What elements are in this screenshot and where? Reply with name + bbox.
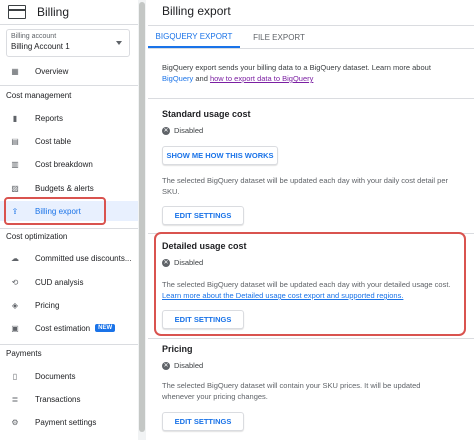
export-data-link[interactable]: how to export data to BigQuery (210, 74, 313, 83)
upload-icon: ⇪ (11, 206, 19, 216)
intro-text: BigQuery export sends your billing data … (162, 62, 462, 84)
scrollbar-thumb[interactable] (139, 2, 145, 432)
close-circle-icon: ✕ (162, 126, 170, 135)
detailed-usage-heading: Detailed usage cost (162, 241, 247, 251)
intro-body: BigQuery export sends your billing data … (162, 63, 431, 72)
document-icon: ▯ (12, 371, 18, 381)
sidebar-item-overview[interactable]: ▦ Overview (0, 61, 138, 81)
status-text: Disabled (174, 361, 204, 370)
sidebar-item-cud-analysis[interactable]: ⟲ CUD analysis (0, 272, 138, 292)
budget-icon: ▨ (11, 183, 19, 193)
standard-status: ✕ Disabled (162, 126, 203, 135)
chevron-down-icon (116, 41, 122, 45)
detailed-description: The selected BigQuery dataset will be up… (162, 279, 454, 301)
sidebar-item-billing-export[interactable]: ⇪ Billing export (0, 201, 138, 221)
sidebar-item-label: Transactions (35, 394, 81, 404)
sidebar-item-label: CUD analysis (35, 277, 84, 287)
calculator-icon: ▣ (11, 323, 19, 333)
sidebar: Billing Billing account Billing Account … (0, 0, 138, 440)
sidebar-item-label: Documents (35, 371, 76, 381)
divider (0, 344, 138, 345)
section-cost-management: Cost management (6, 91, 72, 100)
tag-icon: ◈ (11, 300, 19, 310)
standard-usage-heading: Standard usage cost (162, 109, 251, 119)
divider (0, 228, 138, 229)
main-content: Billing export BIGQUERY EXPORT FILE EXPO… (148, 0, 474, 440)
list-icon: ≣ (11, 394, 19, 404)
close-circle-icon: ✕ (162, 258, 170, 267)
pricing-heading: Pricing (162, 344, 193, 354)
sidebar-item-budgets[interactable]: ▨ Budgets & alerts (0, 178, 138, 198)
sidebar-item-label: Cost breakdown (35, 159, 93, 169)
pricing-status: ✕ Disabled (162, 361, 203, 370)
standard-description: The selected BigQuery dataset will be up… (162, 176, 448, 196)
sidebar-item-label: Budgets & alerts (35, 183, 94, 193)
detailed-edit-settings-button[interactable]: EDIT SETTINGS (162, 310, 244, 329)
table-icon: ▤ (11, 136, 19, 146)
sidebar-item-cost-breakdown[interactable]: ▥ Cost breakdown (0, 154, 138, 174)
status-text: Disabled (174, 258, 204, 267)
detailed-description-text: The selected BigQuery dataset will be up… (162, 280, 451, 289)
billing-card-icon[interactable] (8, 5, 26, 19)
divider (148, 338, 474, 339)
sidebar-item-label: Cost table (35, 136, 72, 146)
status-text: Disabled (174, 126, 204, 135)
close-circle-icon: ✕ (162, 361, 170, 370)
bar-chart-icon: ▮ (12, 113, 18, 123)
section-cost-optimization: Cost optimization (6, 232, 68, 241)
sidebar-item-label: Billing export (35, 206, 81, 216)
cloud-icon: ☁ (11, 253, 19, 263)
sidebar-item-reports[interactable]: ▮ Reports (0, 108, 138, 128)
sidebar-item-pricing[interactable]: ◈ Pricing (0, 295, 138, 315)
detailed-learn-more-link[interactable]: Learn more about the Detailed usage cost… (162, 291, 403, 300)
grid-icon: ▦ (11, 66, 19, 76)
sidebar-title: Billing (37, 5, 70, 19)
pricing-description: The selected BigQuery dataset will conta… (162, 381, 421, 401)
bigquery-link[interactable]: BigQuery (162, 74, 193, 83)
sidebar-header: Billing (0, 0, 138, 25)
detailed-status: ✕ Disabled (162, 258, 203, 267)
page-title: Billing export (162, 4, 231, 18)
sidebar-item-cost-table[interactable]: ▤ Cost table (0, 131, 138, 151)
divider (0, 85, 138, 86)
sidebar-item-label: Reports (35, 113, 64, 123)
billing-account-select[interactable]: Billing account Billing Account 1 (6, 29, 130, 57)
divider (148, 98, 474, 99)
new-badge: NEW (95, 324, 116, 332)
tab-file-export[interactable]: FILE EXPORT (244, 26, 314, 48)
divider (148, 48, 474, 49)
sidebar-item-documents[interactable]: ▯ Documents (0, 366, 138, 386)
breakdown-icon: ▥ (11, 159, 19, 169)
sidebar-item-label: Committed use discounts... (35, 253, 132, 263)
sidebar-item-label: Pricing (35, 300, 60, 310)
pricing-edit-settings-button[interactable]: EDIT SETTINGS (162, 412, 244, 431)
sidebar-item-label: Cost estimation (35, 323, 91, 333)
billing-account-label: Billing account (11, 33, 57, 40)
sidebar-item-committed-use[interactable]: ☁ Committed use discounts... (0, 248, 138, 268)
gear-icon: ⚙ (11, 417, 19, 427)
sidebar-item-label: Payment settings (35, 417, 97, 427)
sidebar-scrollbar[interactable] (138, 0, 146, 440)
sidebar-item-cost-estimation[interactable]: ▣ Cost estimation NEW (0, 318, 138, 338)
analysis-icon: ⟲ (11, 277, 19, 287)
tab-bigquery-export[interactable]: BIGQUERY EXPORT (148, 26, 240, 48)
show-me-how-button[interactable]: SHOW ME HOW THIS WORKS (162, 146, 278, 165)
sidebar-item-payment-settings[interactable]: ⚙ Payment settings (0, 412, 138, 432)
sidebar-item-label: Overview (35, 66, 69, 76)
intro-and: and (195, 74, 208, 83)
sidebar-item-transactions[interactable]: ≣ Transactions (0, 389, 138, 409)
section-payments: Payments (6, 349, 42, 358)
billing-account-value: Billing Account 1 (11, 42, 70, 51)
divider (148, 233, 474, 234)
standard-edit-settings-button[interactable]: EDIT SETTINGS (162, 206, 244, 225)
